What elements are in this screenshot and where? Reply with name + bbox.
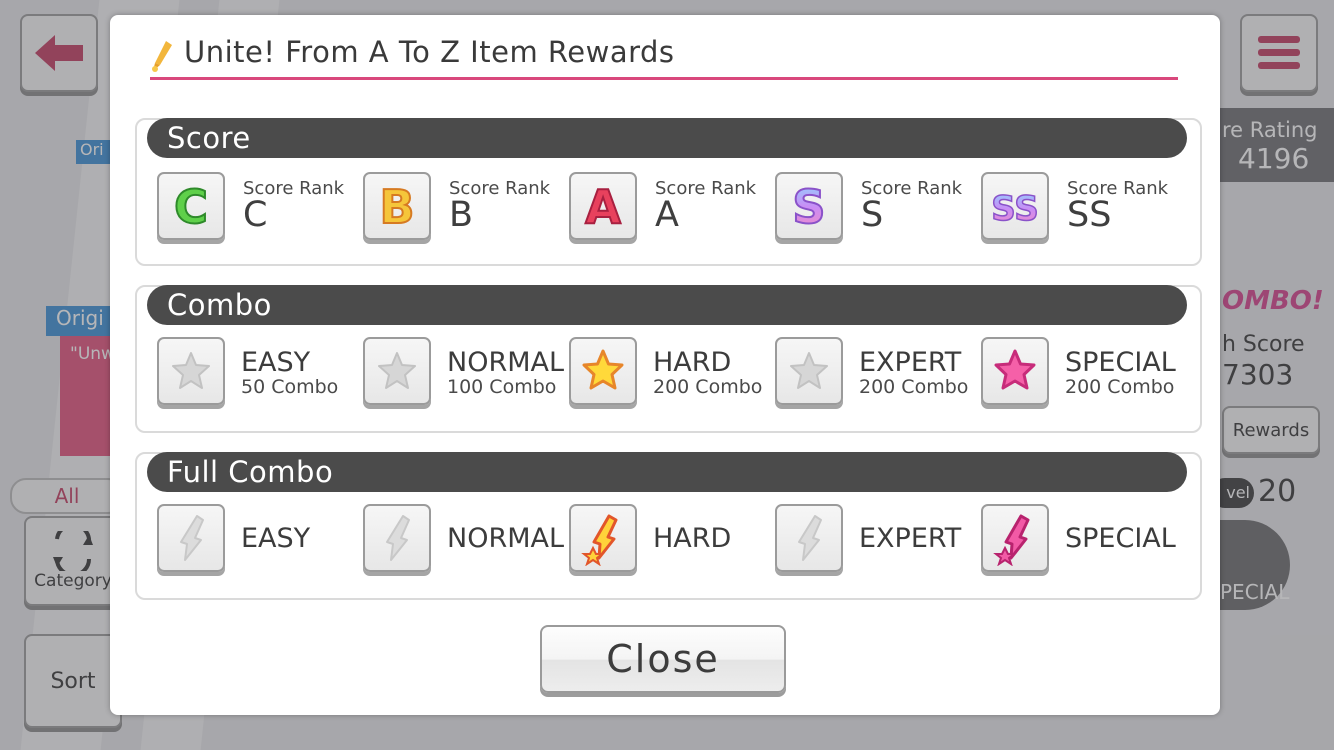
reward-value: C: [243, 195, 268, 235]
reward-item-score-b[interactable]: B Score Rank B: [363, 172, 569, 250]
combo-section: Combo EASY 50 Combo NORMAL 100 Combo HAR…: [135, 285, 1202, 433]
rank-b-icon: B: [363, 172, 431, 240]
bolt-gray-icon: [775, 504, 843, 572]
rank-c-icon: C: [157, 172, 225, 240]
rank-ss-icon: SS: [981, 172, 1049, 240]
reward-difficulty: HARD: [653, 347, 732, 378]
svg-text:SS: SS: [991, 189, 1038, 229]
pencil-icon: [152, 41, 172, 72]
reward-value: B: [449, 195, 474, 235]
rank-s-icon: S: [775, 172, 843, 240]
reward-requirement: 200 Combo: [653, 376, 763, 398]
bolt-pink-icon: [981, 504, 1049, 572]
bolt-gray-icon: [157, 504, 225, 572]
reward-item-score-ss[interactable]: SS Score Rank SS: [981, 172, 1187, 250]
reward-difficulty: HARD: [653, 523, 732, 554]
section-header: Score: [147, 118, 1187, 158]
svg-text:C: C: [174, 180, 208, 234]
rewards-dialog: Unite! From A To Z Item Rewards Score C …: [110, 15, 1220, 715]
reward-difficulty: EXPERT: [859, 523, 962, 554]
reward-difficulty: SPECIAL: [1065, 347, 1176, 378]
svg-text:A: A: [585, 180, 621, 234]
reward-requirement: 200 Combo: [1065, 376, 1175, 398]
full-combo-section: Full Combo EASY NORMAL HARD EXPERT SPECI…: [135, 452, 1202, 600]
reward-item-fc-special[interactable]: SPECIAL: [981, 504, 1187, 582]
bolt-gold-icon: [569, 504, 637, 572]
reward-difficulty: EASY: [241, 347, 311, 378]
svg-text:B: B: [379, 180, 414, 234]
star-gray-icon: [775, 337, 843, 405]
reward-item-combo-hard[interactable]: HARD 200 Combo: [569, 337, 775, 415]
reward-item-combo-expert[interactable]: EXPERT 200 Combo: [775, 337, 981, 415]
reward-item-combo-normal[interactable]: NORMAL 100 Combo: [363, 337, 569, 415]
section-header: Full Combo: [147, 452, 1187, 492]
dialog-title: Unite! From A To Z Item Rewards: [184, 35, 675, 69]
score-section: Score C Score Rank C B Score Rank B A Sc…: [135, 118, 1202, 266]
reward-value: SS: [1067, 195, 1112, 235]
reward-item-score-c[interactable]: C Score Rank C: [157, 172, 363, 250]
reward-item-fc-hard[interactable]: HARD: [569, 504, 775, 582]
reward-difficulty: SPECIAL: [1065, 523, 1176, 554]
reward-item-score-a[interactable]: A Score Rank A: [569, 172, 775, 250]
reward-item-combo-special[interactable]: SPECIAL 200 Combo: [981, 337, 1187, 415]
reward-requirement: 200 Combo: [859, 376, 969, 398]
bolt-gray-icon: [363, 504, 431, 572]
reward-difficulty: EASY: [241, 523, 311, 554]
reward-difficulty: EXPERT: [859, 347, 962, 378]
reward-value: A: [655, 195, 679, 235]
reward-item-fc-easy[interactable]: EASY: [157, 504, 363, 582]
star-gold-icon: [569, 337, 637, 405]
reward-item-score-s[interactable]: S Score Rank S: [775, 172, 981, 250]
section-header: Combo: [147, 285, 1187, 325]
reward-difficulty: NORMAL: [447, 523, 565, 554]
rank-a-icon: A: [569, 172, 637, 240]
reward-value: S: [861, 195, 884, 235]
svg-text:S: S: [792, 180, 825, 234]
reward-difficulty: NORMAL: [447, 347, 565, 378]
dialog-title-bar: Unite! From A To Z Item Rewards: [150, 33, 1178, 80]
reward-requirement: 100 Combo: [447, 376, 557, 398]
star-gray-icon: [363, 337, 431, 405]
reward-item-combo-easy[interactable]: EASY 50 Combo: [157, 337, 363, 415]
reward-item-fc-expert[interactable]: EXPERT: [775, 504, 981, 582]
star-pink-icon: [981, 337, 1049, 405]
reward-item-fc-normal[interactable]: NORMAL: [363, 504, 569, 582]
star-gray-icon: [157, 337, 225, 405]
reward-requirement: 50 Combo: [241, 376, 339, 398]
close-button[interactable]: Close: [540, 625, 786, 693]
